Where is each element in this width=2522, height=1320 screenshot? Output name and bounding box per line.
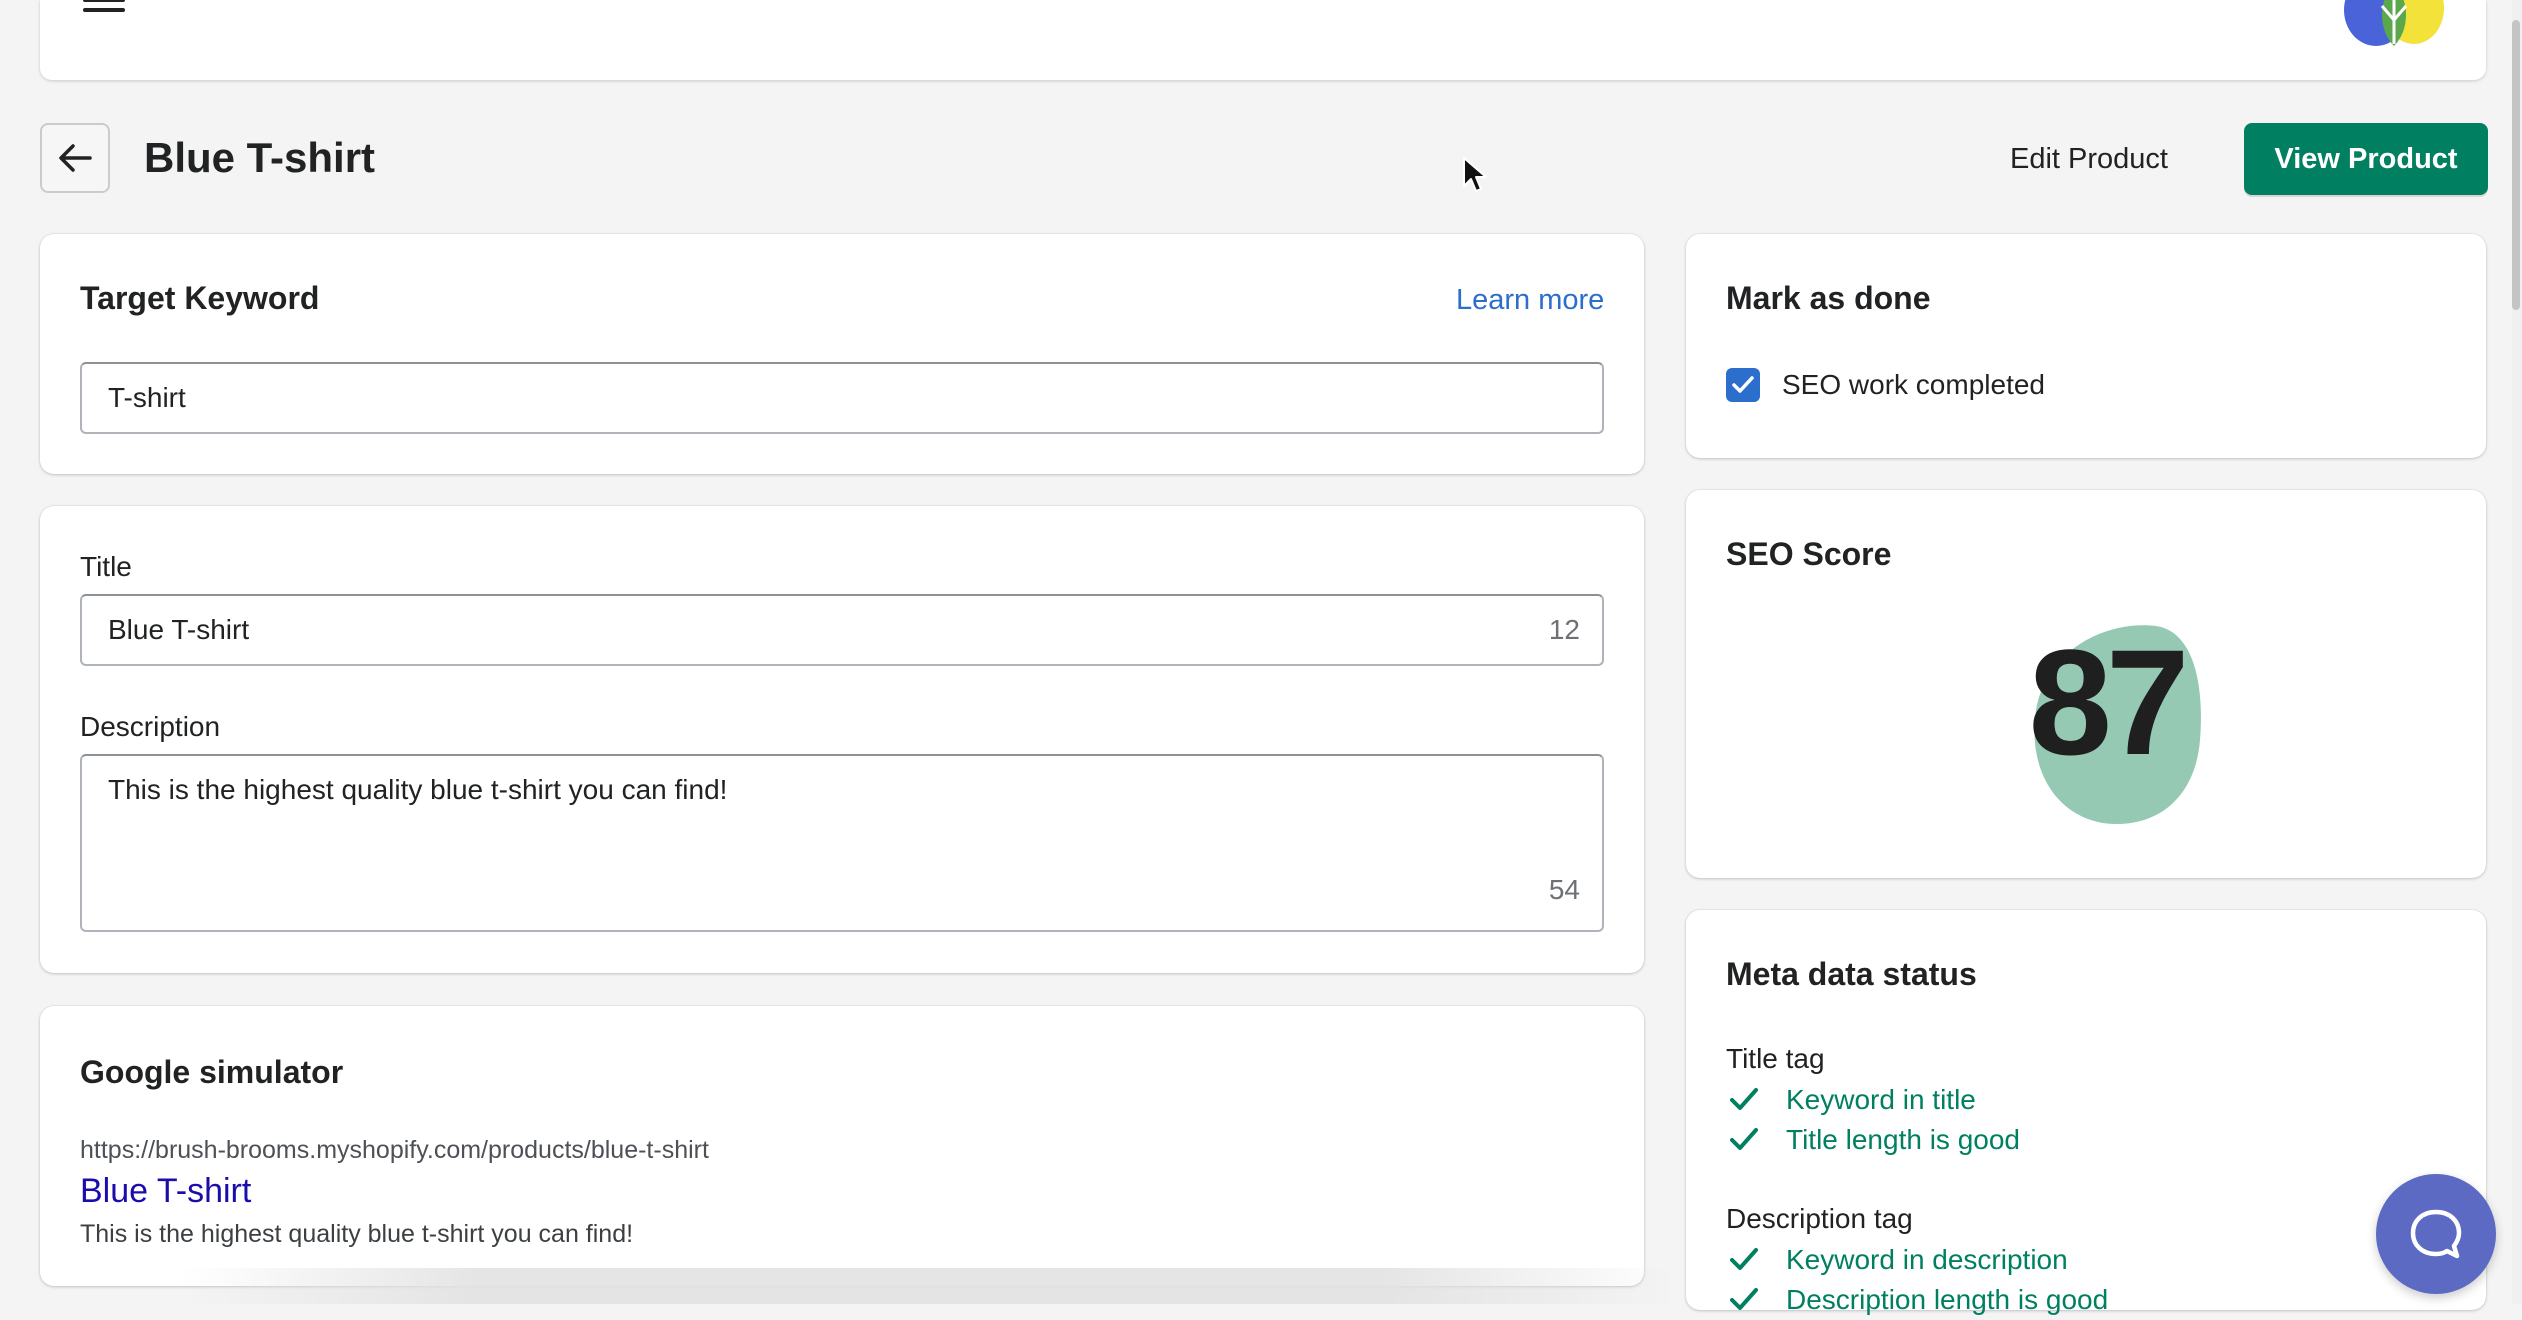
google-result-url: https://brush-brooms.myshopify.com/produ… xyxy=(80,1136,709,1164)
scrollbar-thumb[interactable] xyxy=(2512,20,2520,310)
back-button[interactable] xyxy=(40,123,110,193)
leaf-logo-icon xyxy=(2344,0,2444,46)
target-keyword-card: Target Keyword Learn more T-shirt xyxy=(40,234,1644,474)
description-tag-check: Description length is good xyxy=(1726,1280,2108,1320)
description-textarea[interactable]: This is the highest quality blue t-shirt… xyxy=(80,754,1604,932)
title-input[interactable]: Blue T-shirt 12 xyxy=(80,594,1604,666)
seo-score-value: 87 xyxy=(2028,618,2190,786)
chat-button[interactable] xyxy=(2376,1174,2496,1294)
seo-score-display: 87 xyxy=(2006,610,2206,830)
mouse-cursor-icon xyxy=(1463,157,1487,192)
mark-done-card: Mark as done SEO work completed xyxy=(1686,234,2486,458)
description-tag-label: Description tag xyxy=(1726,1203,1913,1234)
target-keyword-input[interactable]: T-shirt xyxy=(80,362,1604,434)
title-label: Title xyxy=(80,551,132,582)
description-char-count: 54 xyxy=(1548,874,1580,905)
check-icon xyxy=(1730,1128,1758,1150)
view-product-button[interactable]: View Product xyxy=(2244,123,2488,195)
title-tag-check-text: Keyword in title xyxy=(1786,1084,1976,1115)
google-simulator-card: Google simulator https://brush-brooms.my… xyxy=(40,1006,1644,1286)
target-keyword-title: Target Keyword xyxy=(80,280,320,316)
check-icon xyxy=(1730,1248,1758,1270)
title-tag-label: Title tag xyxy=(1726,1043,1825,1074)
checkmark-icon xyxy=(1732,376,1754,393)
hamburger-menu-icon[interactable] xyxy=(83,0,125,22)
seo-completed-label[interactable]: SEO work completed xyxy=(1782,368,2045,402)
check-icon xyxy=(1730,1088,1758,1110)
arrow-left-icon xyxy=(59,144,92,172)
description-value: This is the highest quality blue t-shirt… xyxy=(108,774,728,805)
check-icon xyxy=(1730,1288,1758,1310)
title-tag-check-text: Title length is good xyxy=(1786,1124,2020,1155)
meta-status-title: Meta data status xyxy=(1726,956,1977,992)
bottom-fade xyxy=(180,1268,1680,1304)
learn-more-link[interactable]: Learn more xyxy=(1456,284,1604,317)
chat-bubble-icon xyxy=(2410,1209,2462,1259)
edit-product-button[interactable]: Edit Product xyxy=(2000,136,2178,182)
description-tag-check: Keyword in description xyxy=(1726,1240,2068,1280)
title-value: Blue T-shirt xyxy=(108,614,250,645)
title-tag-check: Title length is good xyxy=(1726,1120,2020,1160)
seo-score-card: SEO Score 87 xyxy=(1686,490,2486,878)
target-keyword-value: T-shirt xyxy=(108,382,186,413)
page-title: Blue T-shirt xyxy=(144,134,376,181)
google-simulator-title: Google simulator xyxy=(80,1054,344,1090)
seo-completed-checkbox[interactable] xyxy=(1726,368,1760,402)
description-tag-check-text: Keyword in description xyxy=(1786,1244,2068,1275)
google-result-description: This is the highest quality blue t-shirt… xyxy=(80,1220,634,1248)
top-bar xyxy=(40,0,2486,80)
meta-fields-card: Title Blue T-shirt 12 Description This i… xyxy=(40,506,1644,973)
title-char-count: 12 xyxy=(1548,614,1580,645)
mark-done-title: Mark as done xyxy=(1726,280,1931,316)
description-label: Description xyxy=(80,711,221,742)
description-tag-check-text: Description length is good xyxy=(1786,1284,2109,1315)
seo-score-title: SEO Score xyxy=(1726,536,1892,572)
meta-status-card: Meta data status Title tag Keyword in ti… xyxy=(1686,910,2486,1315)
title-tag-check: Keyword in title xyxy=(1726,1080,1976,1120)
google-result-title[interactable]: Blue T-shirt xyxy=(80,1172,251,1211)
